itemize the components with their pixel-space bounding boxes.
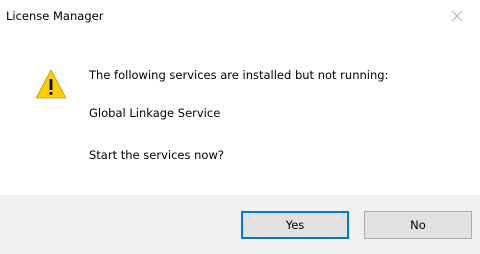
no-button[interactable]: No — [364, 211, 472, 239]
dialog-window: License Manager The following services a… — [0, 0, 480, 254]
window-title: License Manager — [6, 9, 104, 23]
close-button[interactable] — [434, 0, 480, 31]
message-area: The following services are installed but… — [0, 31, 480, 195]
yes-button[interactable]: Yes — [241, 211, 349, 239]
close-icon — [451, 10, 463, 21]
message-question: Start the services now? — [89, 148, 224, 162]
button-bar: Yes No — [0, 195, 480, 254]
service-name: Global Linkage Service — [89, 106, 221, 120]
message-line-1: The following services are installed but… — [89, 68, 389, 82]
title-bar[interactable]: License Manager — [0, 0, 480, 31]
warning-icon — [35, 69, 67, 99]
